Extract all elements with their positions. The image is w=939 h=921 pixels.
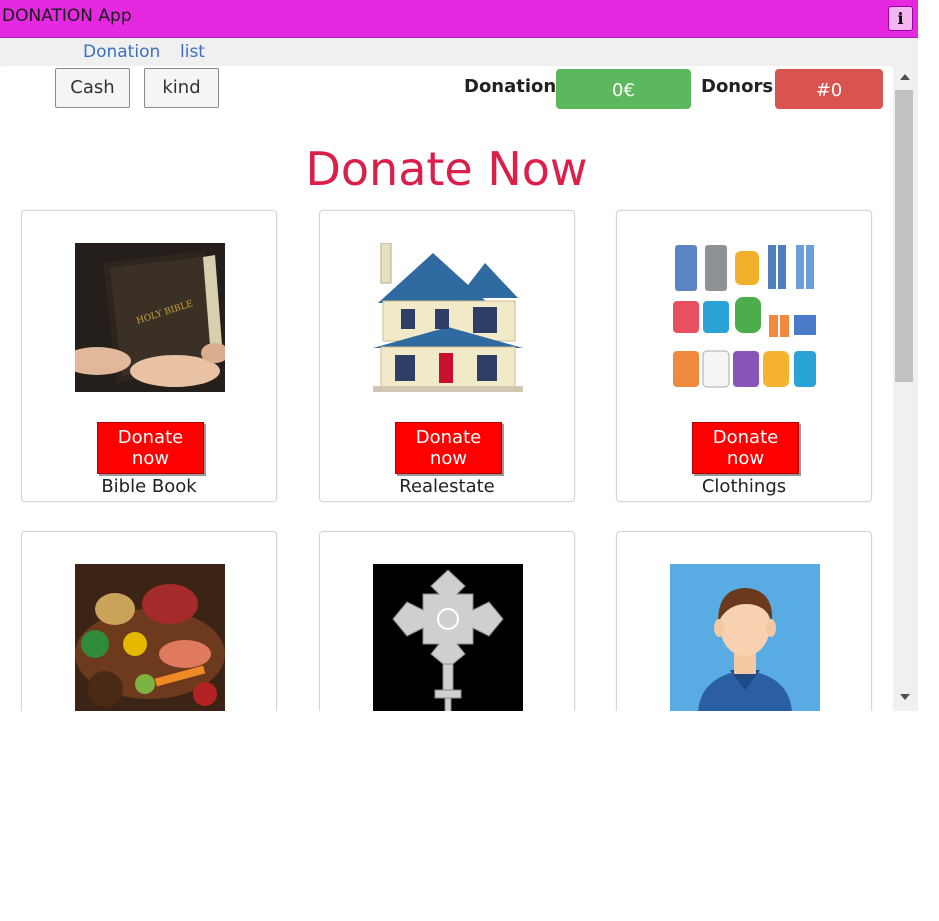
card-label: Bible Book	[101, 476, 197, 497]
vertical-scrollbar[interactable]	[893, 66, 918, 711]
donation-card-clothings: Donate now Clothings	[616, 210, 872, 502]
donation-card-bible: HOLY BIBLE Donate now Bible Book	[21, 210, 277, 502]
scroll-up-arrow-icon[interactable]	[900, 74, 910, 80]
kind-button[interactable]: kind	[144, 68, 219, 108]
donate-now-button[interactable]: Donate now	[395, 422, 502, 474]
content-area: Cash kind Donation: 0€ Donors: #0 Donate…	[0, 66, 893, 711]
cash-button[interactable]: Cash	[55, 68, 130, 108]
nav-link-list[interactable]: list	[180, 42, 205, 62]
donation-label: Donation:	[464, 76, 564, 97]
donors-count-badge: #0	[775, 69, 883, 109]
donation-card-realestate: Donate now Realestate	[319, 210, 575, 502]
cross-icon	[373, 564, 523, 711]
scroll-down-arrow-icon[interactable]	[900, 694, 910, 700]
donate-now-button[interactable]: Donate now	[97, 422, 204, 474]
scroll-thumb[interactable]	[895, 90, 913, 382]
house-icon	[373, 243, 523, 392]
donation-card-food	[21, 531, 277, 711]
card-label: Realestate	[399, 476, 495, 497]
donation-card-person	[616, 531, 872, 711]
person-icon	[670, 564, 820, 711]
donate-now-button[interactable]: Donate now	[692, 422, 799, 474]
donation-total-badge: 0€	[556, 69, 691, 109]
card-label: Clothings	[701, 476, 787, 497]
page-title: Donate Now	[305, 142, 588, 196]
donors-label: Donors:	[701, 76, 781, 97]
food-icon	[75, 564, 225, 711]
nav-bar: Donation list	[0, 38, 918, 66]
bible-icon: HOLY BIBLE	[75, 243, 225, 392]
info-button[interactable]: i	[888, 6, 913, 31]
title-bar: DONATION App i	[0, 0, 918, 38]
clothes-icon	[670, 243, 820, 392]
main-viewport: Cash kind Donation: 0€ Donors: #0 Donate…	[0, 66, 918, 711]
app-title: DONATION App	[2, 6, 132, 26]
nav-link-donation[interactable]: Donation	[83, 42, 160, 62]
donation-card-cross	[319, 531, 575, 711]
